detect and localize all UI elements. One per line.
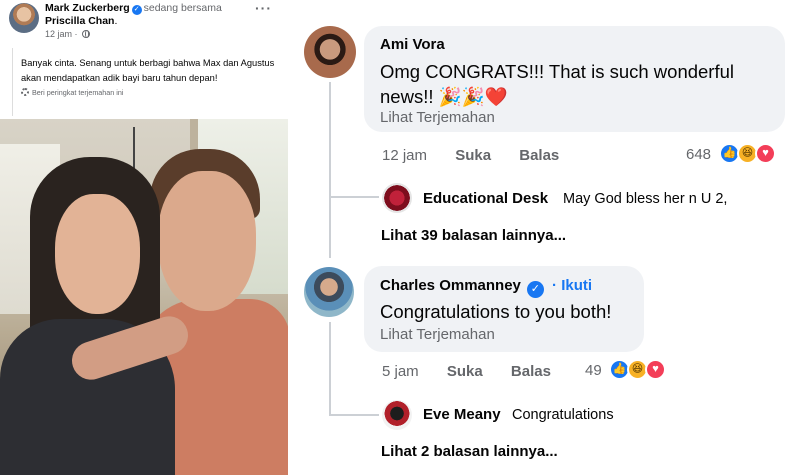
- love-reaction-icon: ♥: [755, 143, 776, 164]
- reply-button[interactable]: Balas: [511, 363, 551, 380]
- globe-icon: [82, 30, 91, 38]
- comments-panel: Ami Vora Omg CONGRATS!!! That is such wo…: [288, 0, 800, 475]
- view-more-replies-link[interactable]: Lihat 39 balasan lainnya...: [381, 227, 566, 244]
- thread-line: [329, 322, 331, 416]
- post-author-line: Mark Zuckerberg ✓ sedang bersama: [45, 2, 222, 15]
- commenter-avatar[interactable]: [304, 267, 354, 317]
- more-options-icon[interactable]: ···: [255, 0, 272, 16]
- comment-actions: 5 jam Suka Balas: [382, 363, 551, 380]
- post-time-row: 12 jam ·: [45, 29, 91, 39]
- post-card: Mark Zuckerberg ✓ sedang bersama Priscilla…: [0, 0, 288, 475]
- commenter-avatar[interactable]: [304, 26, 356, 78]
- reply-avatar[interactable]: [382, 400, 412, 430]
- photo-woman-face: [55, 194, 140, 314]
- tagged-line: Priscilla Chan.: [45, 15, 117, 27]
- reply-author-name[interactable]: Educational Desk: [423, 190, 548, 207]
- reply-text: Congratulations: [512, 407, 614, 423]
- verified-badge-icon: ✓: [131, 5, 142, 15]
- with-text: sedang bersama: [143, 2, 222, 14]
- thread-branch: [329, 196, 379, 198]
- see-translation-link[interactable]: Lihat Terjemahan: [380, 109, 495, 126]
- thread-line: [329, 82, 331, 258]
- comment-bubble: Charles Ommanney ✓ · Ikuti Congratulation…: [364, 266, 644, 352]
- reaction-count[interactable]: 648: [686, 146, 711, 163]
- comment-time[interactable]: 5 jam: [382, 363, 419, 380]
- author-avatar[interactable]: [9, 3, 39, 33]
- post-header: Mark Zuckerberg ✓ sedang bersama Priscilla…: [0, 0, 288, 44]
- post-author-name[interactable]: Mark Zuckerberg: [45, 2, 130, 14]
- translation-rating-link[interactable]: Beri peringkat terjemahan ini: [32, 88, 124, 97]
- comment-text: Congratulations to you both!: [380, 301, 612, 322]
- post-caption-box: Banyak cinta. Senang untuk berbagi bahwa…: [12, 48, 282, 116]
- commenter-name[interactable]: Ami Vora: [380, 36, 445, 53]
- like-button[interactable]: Suka: [455, 147, 491, 164]
- photo-man-face: [158, 171, 256, 311]
- comment-time[interactable]: 12 jam: [382, 147, 427, 164]
- reply-button[interactable]: Balas: [519, 147, 559, 164]
- post-photo[interactable]: [0, 119, 288, 475]
- like-button[interactable]: Suka: [447, 363, 483, 380]
- comment-bubble: Ami Vora Omg CONGRATS!!! That is such wo…: [364, 26, 785, 132]
- post-time[interactable]: 12 jam: [45, 29, 72, 39]
- follow-label[interactable]: Ikuti: [561, 277, 592, 294]
- translation-rating-row[interactable]: Beri peringkat terjemahan ini: [21, 88, 282, 97]
- post-caption: Banyak cinta. Senang untuk berbagi bahwa…: [21, 58, 275, 83]
- gear-icon: [21, 88, 29, 96]
- verified-badge-icon: ✓: [526, 281, 544, 298]
- reaction-count[interactable]: 49: [585, 362, 602, 379]
- tagged-suffix: .: [114, 15, 118, 27]
- follow-link[interactable]: · Ikuti: [548, 277, 592, 294]
- view-more-replies-link[interactable]: Lihat 2 balasan lainnya...: [381, 443, 558, 460]
- see-translation-link[interactable]: Lihat Terjemahan: [380, 326, 495, 343]
- tagged-person[interactable]: Priscilla Chan: [45, 15, 114, 27]
- reply-avatar[interactable]: [382, 183, 412, 213]
- commenter-name-line: Charles Ommanney ✓ · Ikuti: [380, 277, 592, 298]
- reply-text: May God bless her n U 2,: [563, 191, 728, 207]
- love-reaction-icon: ♥: [645, 359, 666, 380]
- thread-branch: [329, 414, 379, 416]
- comment-text: Omg CONGRATS!!! That is such wonderful n…: [380, 61, 735, 107]
- comment-actions: 12 jam Suka Balas: [382, 147, 559, 164]
- commenter-name[interactable]: Charles Ommanney: [380, 277, 521, 294]
- reply-author-name[interactable]: Eve Meany: [423, 406, 501, 423]
